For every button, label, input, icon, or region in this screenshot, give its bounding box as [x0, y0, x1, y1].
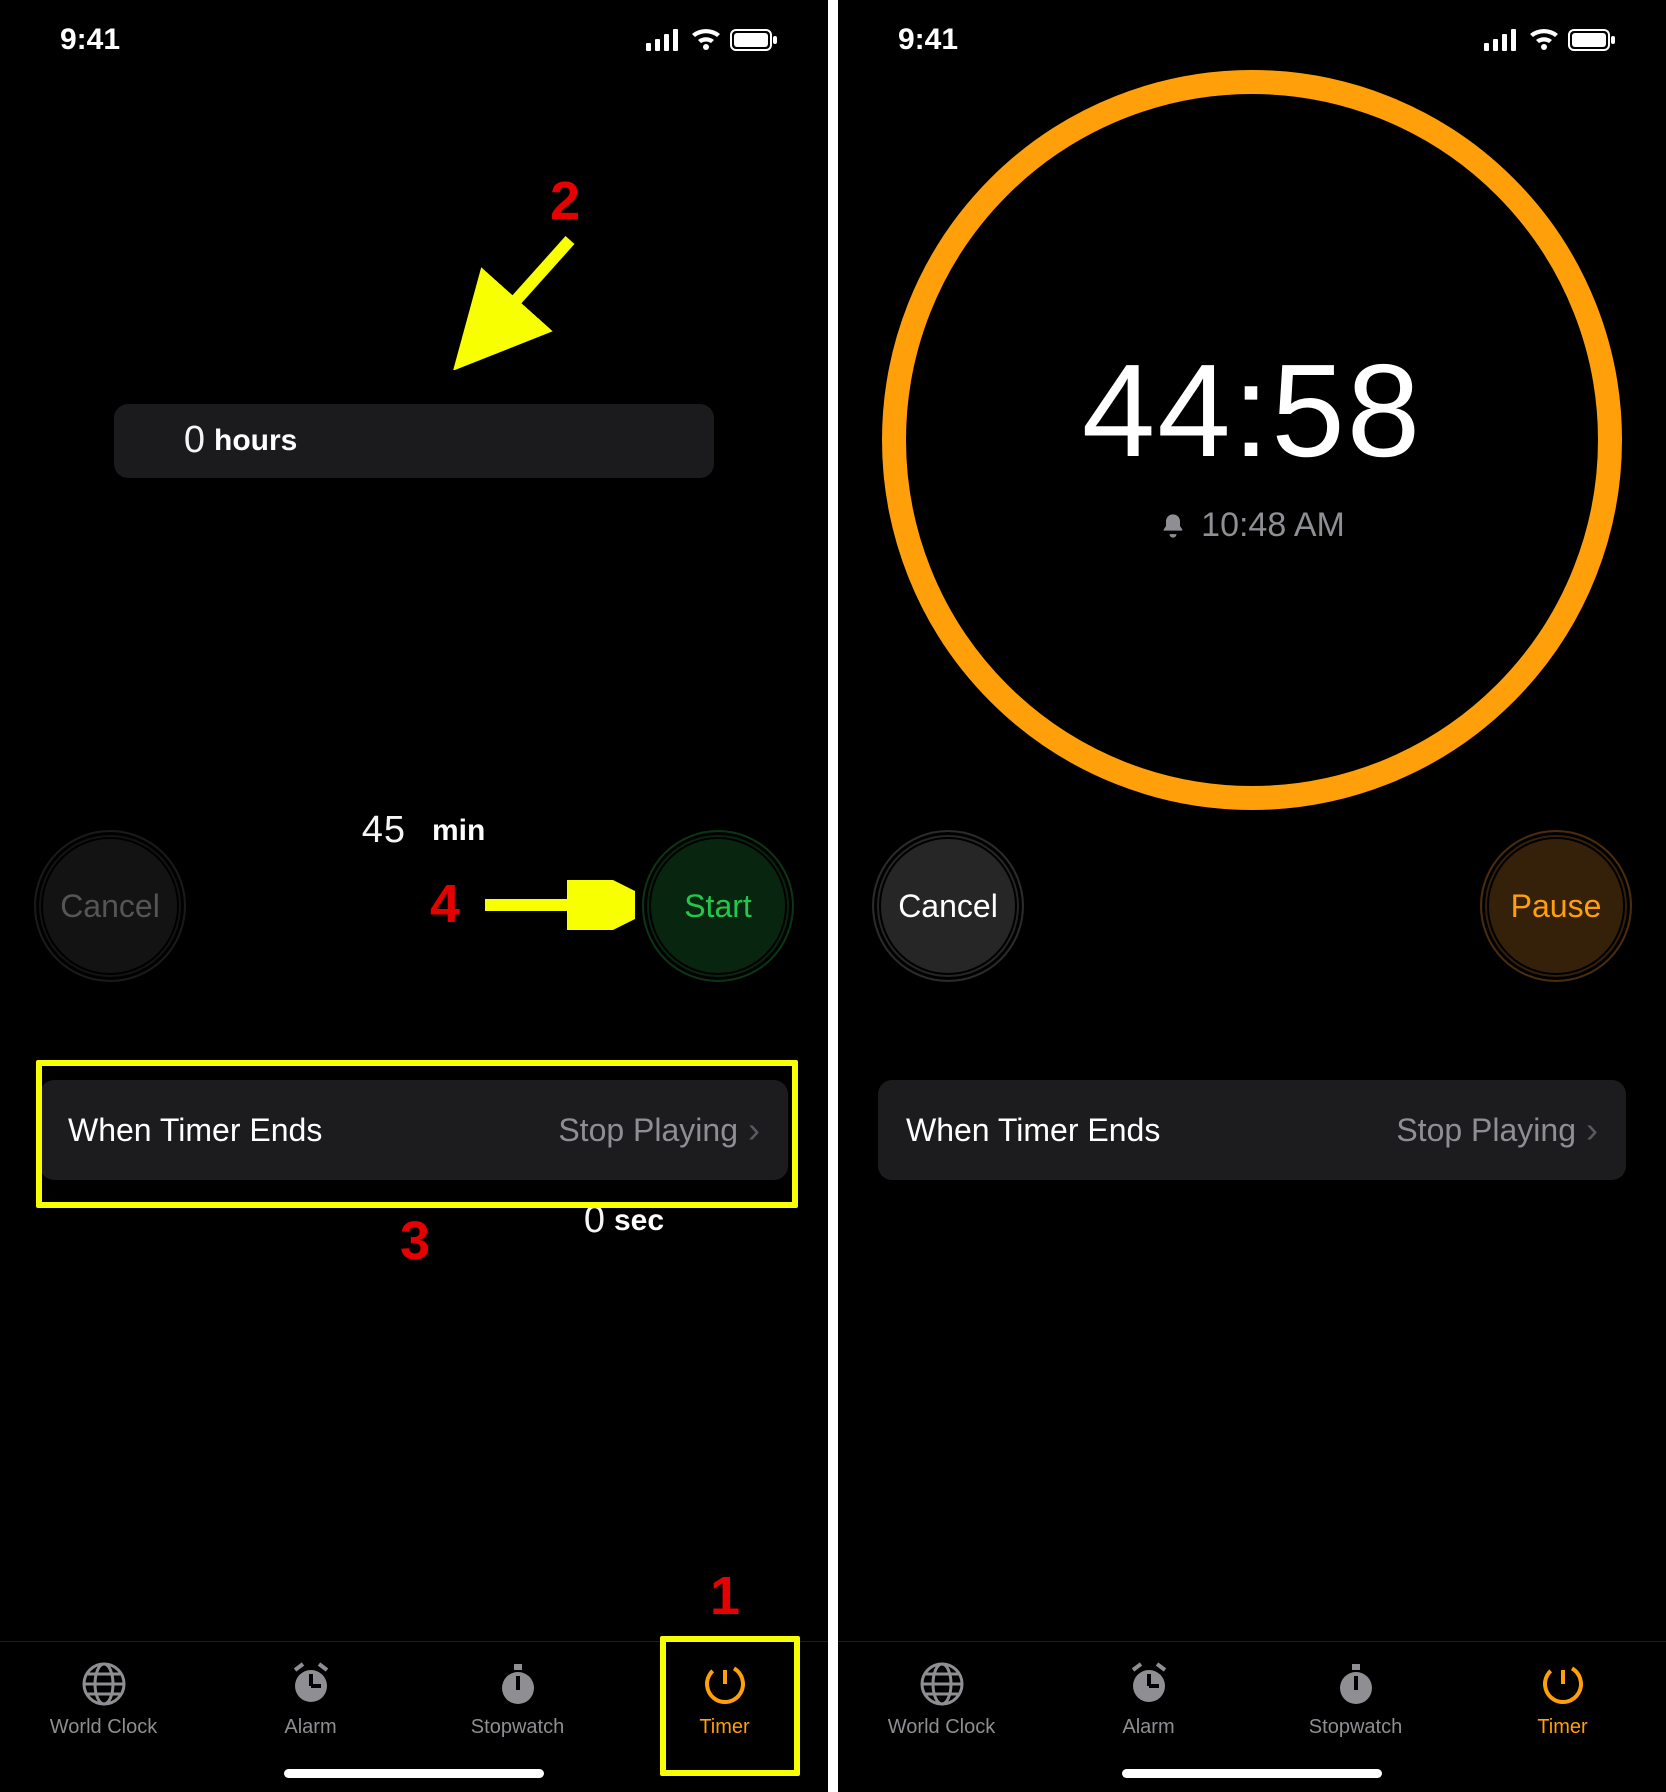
battery-icon [1568, 28, 1616, 52]
timer-setup-screen: 9:41 0 1 2 3 hours 4 [0, 0, 828, 1792]
start-button[interactable]: Start [642, 830, 794, 982]
status-bar: 9:41 [0, 0, 828, 80]
home-indicator[interactable] [284, 1769, 544, 1778]
wifi-icon [1528, 28, 1560, 52]
duration-picker[interactable]: 0 1 2 3 hours 42 43 44 45 46 47 48 min [0, 240, 828, 630]
status-bar: 9:41 [838, 0, 1666, 80]
cancel-button[interactable]: Cancel [872, 830, 1024, 982]
home-indicator[interactable] [1122, 1769, 1382, 1778]
status-time: 9:41 [60, 23, 120, 57]
picker-hours[interactable]: 0 1 2 3 hours [114, 240, 314, 630]
wifi-icon [690, 28, 722, 52]
callout-2: 2 [550, 170, 580, 232]
callout-4: 4 [430, 873, 460, 935]
tab-timer[interactable]: Timer [1459, 1642, 1666, 1792]
end-time: 10:48 AM [1159, 506, 1345, 545]
seconds-unit: sec [614, 1204, 664, 1238]
pause-button[interactable]: Pause [1480, 830, 1632, 982]
alarm-icon [287, 1660, 335, 1708]
tab-world-clock[interactable]: World Clock [0, 1642, 207, 1792]
timer-running-screen: 9:41 44:58 10:48 AM Cancel Pause [838, 0, 1666, 1792]
status-icons [646, 28, 778, 52]
callout-1: 1 [710, 1565, 740, 1627]
cellular-icon [1484, 29, 1520, 51]
chevron-right-icon: › [1586, 1109, 1598, 1151]
globe-icon [80, 1660, 128, 1708]
arrow-4-icon [475, 880, 635, 930]
highlight-box-timer [660, 1636, 800, 1776]
status-icons [1484, 28, 1616, 52]
globe-icon [918, 1660, 966, 1708]
screenshot-divider [828, 0, 838, 1792]
tab-world-clock[interactable]: World Clock [838, 1642, 1045, 1792]
cell-label: When Timer Ends [906, 1112, 1160, 1149]
when-timer-ends-row[interactable]: When Timer Ends Stop Playing › [878, 1080, 1626, 1180]
callout-3: 3 [400, 1210, 430, 1272]
stopwatch-icon [494, 1660, 542, 1708]
hours-unit: hours [214, 424, 297, 458]
highlight-box-ends [36, 1060, 798, 1208]
battery-icon [730, 28, 778, 52]
timer-icon [1539, 1660, 1587, 1708]
cellular-icon [646, 29, 682, 51]
status-time: 9:41 [898, 23, 958, 57]
bell-icon [1159, 512, 1187, 540]
minutes-unit: min [432, 814, 485, 848]
countdown-ring: 44:58 10:48 AM [882, 70, 1622, 810]
stopwatch-icon [1332, 1660, 1380, 1708]
arrow-2-icon [450, 230, 590, 370]
alarm-icon [1125, 1660, 1173, 1708]
picker-minutes[interactable]: 42 43 44 45 46 47 48 min [314, 630, 514, 1020]
cancel-button: Cancel [34, 830, 186, 982]
time-remaining: 44:58 [1082, 335, 1422, 486]
cell-value: Stop Playing › [1396, 1109, 1598, 1151]
